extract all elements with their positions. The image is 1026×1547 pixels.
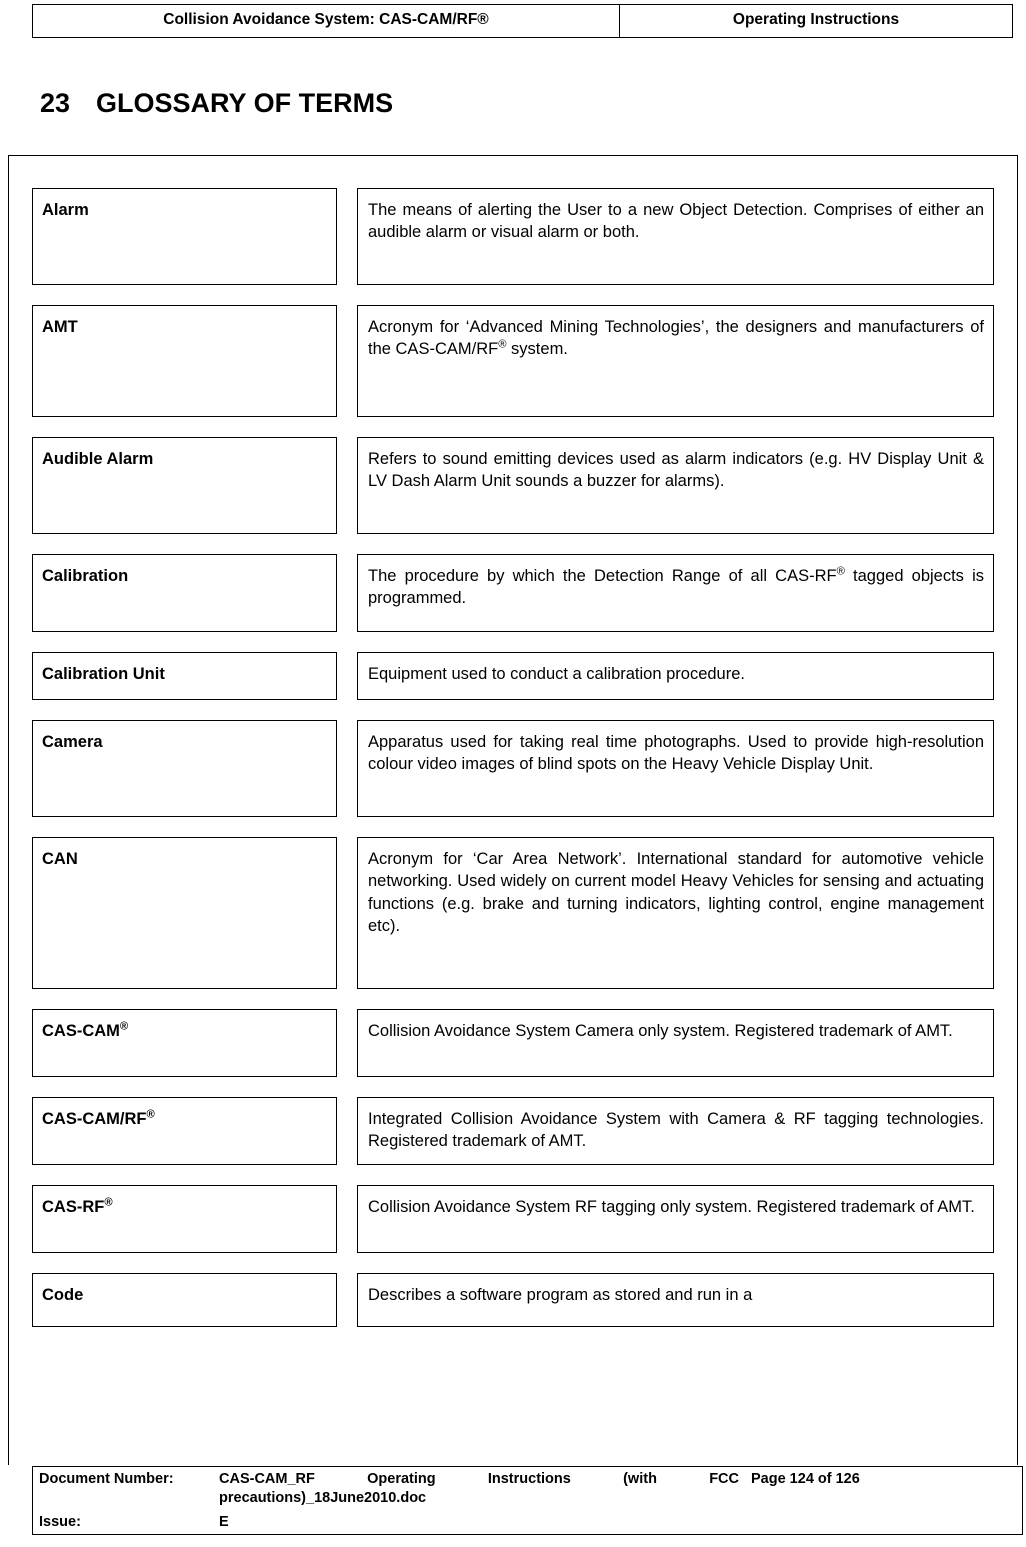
glossary-term: Code (32, 1273, 337, 1327)
page-footer: Document Number: CAS-CAM_RF Operating In… (32, 1466, 1023, 1536)
glossary-definition: Describes a software program as stored a… (357, 1273, 994, 1327)
glossary-definition: Acronym for ‘Car Area Network’. Internat… (357, 837, 994, 989)
glossary-column-gap (337, 554, 357, 632)
glossary-definition: The means of alerting the User to a new … (357, 188, 994, 285)
glossary-definition: Equipment used to conduct a calibration … (357, 652, 994, 700)
glossary-definition: Refers to sound emitting devices used as… (357, 437, 994, 534)
glossary-row: Code Describes a software program as stor… (32, 1273, 994, 1327)
glossary-column-gap (337, 1185, 357, 1253)
glossary-definition: Integrated Collision Avoidance System wi… (357, 1097, 994, 1165)
glossary-column-gap (337, 1009, 357, 1077)
section-number: 23 (40, 88, 71, 118)
glossary-term: Calibration Unit (32, 652, 337, 700)
glossary-table: Alarm The means of alerting the User to a… (32, 188, 994, 1347)
glossary-term: Alarm (32, 188, 337, 285)
page-header: Collision Avoidance System: CAS-CAM/RF® … (32, 4, 1013, 38)
glossary-column-gap (337, 437, 357, 534)
footer-issue-label: Issue: (39, 1514, 81, 1531)
header-document-type: Operating Instructions (619, 4, 1013, 38)
footer-document-number-value: CAS-CAM_RF Operating Instructions (with … (219, 1471, 739, 1507)
glossary-term: Camera (32, 720, 337, 817)
glossary-column-gap (337, 837, 357, 989)
footer-page-number: Page 124 of 126 (751, 1471, 860, 1487)
footer-row-document: Document Number: CAS-CAM_RF Operating In… (33, 1467, 1023, 1511)
glossary-row: Camera Apparatus used for taking real tim… (32, 720, 994, 817)
section-title: 23 GLOSSARY OF TERMS (40, 88, 393, 119)
glossary-row: Audible Alarm Refers to sound emitting de… (32, 437, 994, 534)
glossary-definition: Collision Avoidance System RF tagging on… (357, 1185, 994, 1253)
glossary-definition: Collision Avoidance System Camera only s… (357, 1009, 994, 1077)
glossary-row: CAN Acronym for ‘Car Area Network’. Inter… (32, 837, 994, 989)
glossary-term: CAS-RF® (32, 1185, 337, 1253)
glossary-term: CAS-CAM® (32, 1009, 337, 1077)
glossary-term: Calibration (32, 554, 337, 632)
glossary-term: CAS-CAM/RF® (32, 1097, 337, 1165)
glossary-term: Audible Alarm (32, 437, 337, 534)
header-row: Collision Avoidance System: CAS-CAM/RF® … (32, 4, 1013, 38)
glossary-row: CAS-RF® Collision Avoidance System RF tag… (32, 1185, 994, 1253)
glossary-row: CAS-CAM/RF® Integrated Collision Avoidanc… (32, 1097, 994, 1165)
document-page: Collision Avoidance System: CAS-CAM/RF® … (0, 0, 1026, 1547)
footer-issue-value: E (219, 1514, 229, 1531)
glossary-column-gap (337, 1097, 357, 1165)
glossary-column-gap (337, 1273, 357, 1327)
glossary-definition: Apparatus used for taking real time phot… (357, 720, 994, 817)
glossary-term: AMT (32, 305, 337, 417)
glossary-column-gap (337, 652, 357, 700)
glossary-column-gap (337, 720, 357, 817)
glossary-term: CAN (32, 837, 337, 989)
footer-row-issue: Issue: E (33, 1510, 1023, 1535)
glossary-row: Calibration The procedure by which the De… (32, 554, 994, 632)
glossary-row: Alarm The means of alerting the User to a… (32, 188, 994, 285)
glossary-definition: The procedure by which the Detection Ran… (357, 554, 994, 632)
section-heading-text: GLOSSARY OF TERMS (96, 88, 394, 118)
footer-empty-cell (745, 1510, 1023, 1535)
glossary-row: Calibration Unit Equipment used to conduc… (32, 652, 994, 700)
glossary-definition: Acronym for ‘Advanced Mining Technologie… (357, 305, 994, 417)
glossary-column-gap (337, 305, 357, 417)
footer-document-number-label: Document Number: (39, 1471, 174, 1487)
header-system-title: Collision Avoidance System: CAS-CAM/RF® (32, 4, 620, 38)
glossary-row: AMT Acronym for ‘Advanced Mining Technolo… (32, 305, 994, 417)
glossary-row: CAS-CAM® Collision Avoidance System Camer… (32, 1009, 994, 1077)
glossary-column-gap (337, 188, 357, 285)
